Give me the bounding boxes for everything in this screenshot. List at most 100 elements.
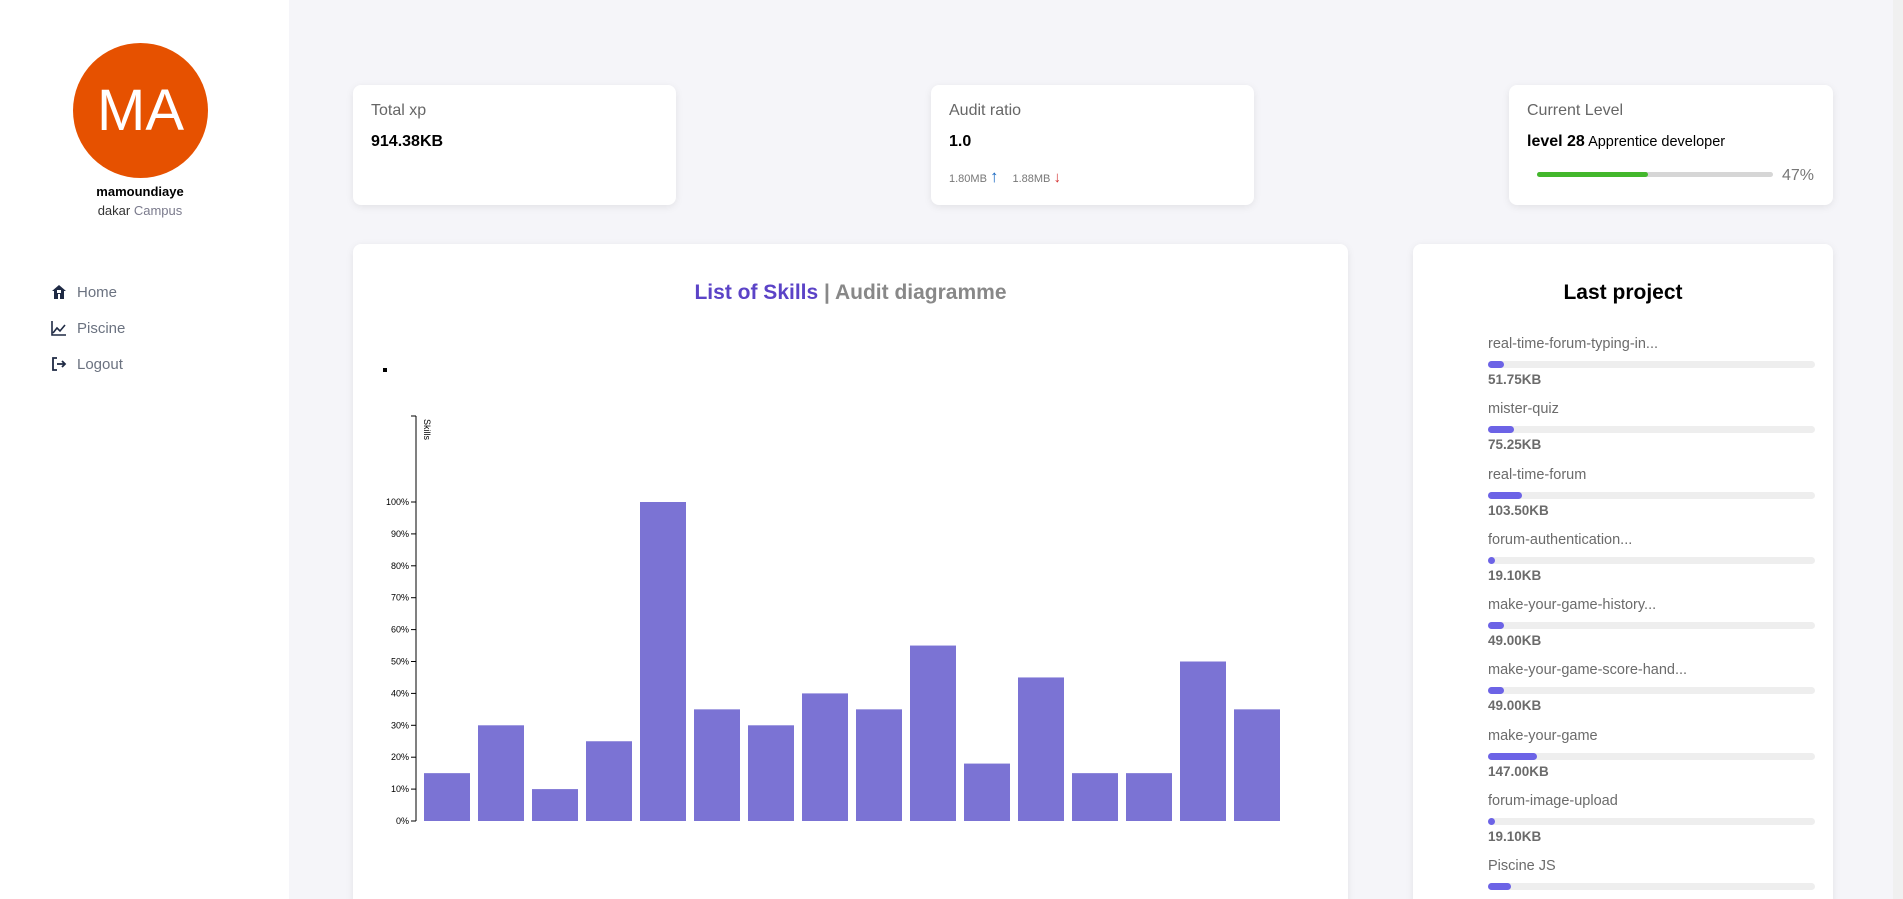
project-progress-fill [1488,622,1505,630]
project-progress-fill [1488,752,1538,760]
project-progress-bar [1488,883,1815,891]
project-name: mister-quiz [1488,401,1559,418]
y-tick-label: 80% [391,561,409,571]
project-name: real-time-forum-typing-in... [1488,336,1659,352]
y-tick-label: 100% [386,497,409,507]
logout-icon [52,357,67,371]
list-item: real-time-forum 103.50KB [1488,467,1815,532]
audit-ratio-card: Audit ratio 1.0 1.80MB ↑ 1.88MB ↓ [931,85,1254,205]
chart-bar [910,645,956,821]
page-scrollbar[interactable] [1893,0,1903,899]
campus-word: Campus [133,203,183,218]
chart-bar [1126,773,1172,821]
project-progress-bar [1488,556,1815,564]
total-xp-card: Total xp 914.38KB [353,85,676,205]
y-tick-label: 10% [391,784,409,794]
project-name: forum-image-upload [1488,793,1618,810]
chart-line-icon [51,321,66,336]
project-progress-bar [1488,426,1815,434]
avatar: MA [73,43,208,178]
chart-bar [1072,773,1118,821]
list-item: mister-quiz 75.25KB [1488,401,1815,466]
chart-bar [586,741,632,821]
project-progress-bar [1488,622,1815,630]
chart-bar [478,725,524,821]
y-tick-label: 20% [391,752,409,762]
audit-received: 1.88MB ↓ [1012,169,1060,186]
house-icon [52,285,66,299]
chart-bar [964,763,1010,821]
sidebar: MA mamoundiaye dakar Campus Home Piscine… [0,0,289,899]
project-xp: 51.75KB [1488,372,1542,387]
campus-city: dakar [97,203,131,218]
campus-label: dakar Campus [0,203,280,218]
chart-bar [640,502,686,821]
sidebar-nav: Home Piscine Logout [50,274,125,382]
current-level-card: Current Level level 28 Apprentice develo… [1509,85,1833,205]
audit-details: 1.80MB ↑ 1.88MB ↓ [949,167,1061,187]
level-percent: 47% [1782,167,1815,184]
list-item: make-your-game-history... 49.00KB [1488,597,1815,662]
project-name: forum-authentication... [1488,531,1633,548]
list-item: forum-image-upload 19.10KB [1488,793,1815,858]
project-progress-fill [1488,426,1515,434]
project-progress-fill [1488,818,1495,826]
project-name: Piscine JS [1488,858,1556,875]
project-progress-fill [1488,361,1505,368]
list-item: make-your-game-score-hand... 49.00KB [1488,662,1815,727]
chart-bar [856,709,902,821]
audit-done-value: 1.80MB [949,173,987,185]
arrow-up-icon: ↑ [989,167,999,186]
project-xp: 19.10KB [1488,567,1542,583]
audit-ratio-value: 1.0 [949,133,972,150]
chart-bar [1180,661,1226,821]
y-tick-label: 50% [391,657,409,667]
nav-label-piscine: Piscine [77,319,126,337]
audit-done: 1.80MB ↑ [949,167,998,187]
y-tick-label: 40% [391,688,409,698]
level-number: level 28 [1527,133,1585,150]
project-progress-fill [1488,491,1523,499]
project-list: real-time-forum-typing-in... 51.75KB miste… [1488,336,1815,899]
nav-item-piscine[interactable]: Piscine [50,310,125,346]
chart-bar [748,725,794,821]
y-tick-label: 70% [391,593,409,603]
list-item: forum-authentication... 19.10KB [1488,532,1815,597]
project-name: make-your-game-history... [1488,597,1657,614]
y-tick-label: 30% [391,720,409,730]
project-progress-bar [1488,361,1815,368]
y-axis-label: Skills [422,419,432,441]
chart-bar [1234,709,1280,821]
chart-bar [1018,677,1064,821]
project-xp: 49.00KB [1488,633,1542,649]
project-progress-bar [1488,491,1815,499]
project-name: make-your-game [1488,727,1598,744]
y-tick-label: 60% [391,625,409,635]
level-rank: Apprentice developer [1588,134,1726,150]
total-xp-title: Total xp [371,102,427,119]
username: mamoundiaye [96,184,184,199]
audit-ratio-title: Audit ratio [949,102,1022,119]
project-progress-fill [1488,883,1511,891]
project-progress-bar [1488,818,1815,826]
project-xp: 147.00KB [1488,763,1549,779]
arrow-down-icon: ↓ [1053,168,1061,186]
list-item: real-time-forum-typing-in... 51.75KB [1488,336,1815,401]
project-xp: 19.10KB [1488,829,1542,845]
nav-label-logout: Logout [77,355,123,373]
project-xp: 49.00KB [1488,698,1542,714]
project-progress-fill [1488,687,1505,695]
project-name: make-your-game-score-hand... [1488,662,1688,679]
project-name: real-time-forum [1488,466,1587,483]
list-item: Piscine JS [1488,858,1815,899]
y-tick-label: 0% [396,816,409,826]
nav-item-logout[interactable]: Logout [50,346,125,382]
nav-item-home[interactable]: Home [50,274,125,310]
total-xp-value: 914.38KB [371,133,444,150]
chart-bar [424,773,470,821]
last-project-card: Last project real-time-forum-typing-in..… [1413,244,1833,899]
last-project-title: Last project [1563,281,1683,304]
project-xp: 75.25KB [1488,437,1542,453]
audit-received-value: 1.88MB [1012,172,1051,185]
project-xp: 103.50KB [1488,502,1549,518]
